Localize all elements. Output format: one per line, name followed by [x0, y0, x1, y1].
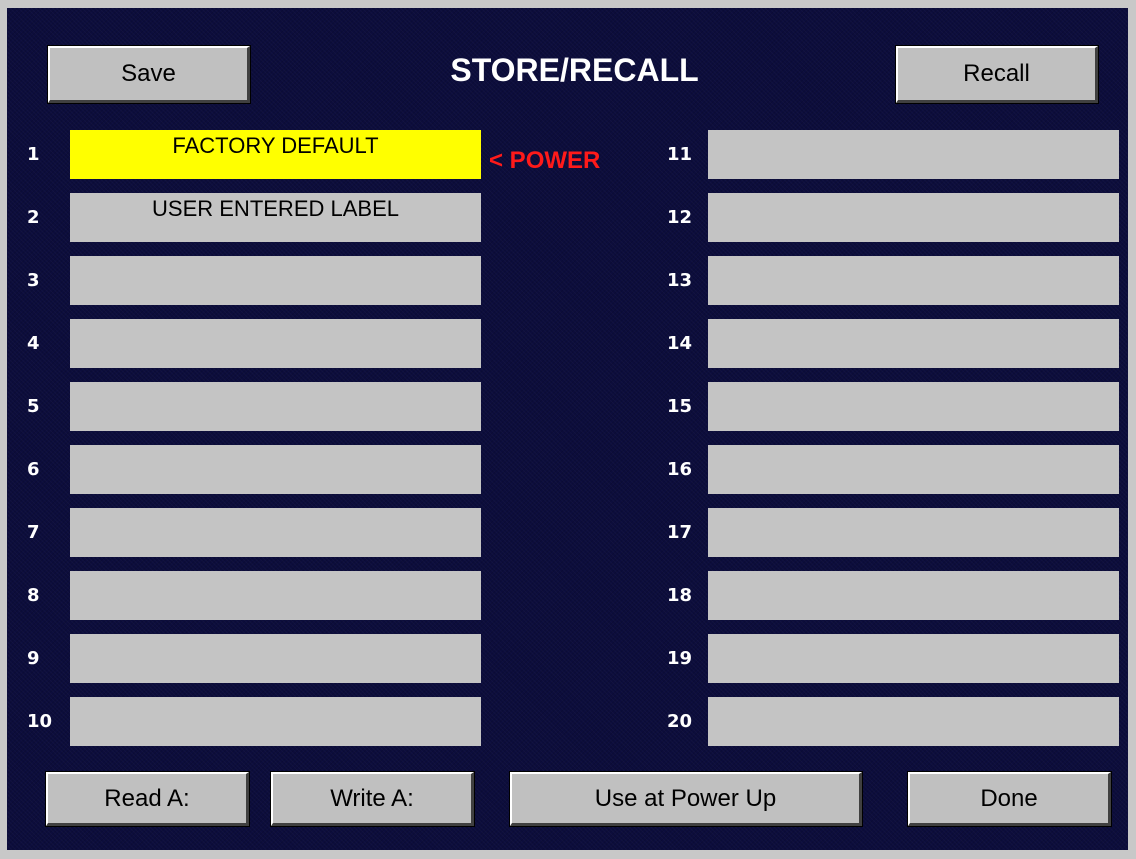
slot-number: 3 [27, 270, 40, 291]
use-at-power-up-button[interactable]: Use at Power Up [509, 771, 863, 827]
preset-slot-10[interactable] [70, 697, 481, 746]
page-title: STORE/RECALL [450, 52, 699, 88]
preset-slot-11[interactable] [708, 130, 1119, 179]
slot-number: 14 [667, 333, 693, 354]
slot-number: 2 [27, 207, 40, 228]
preset-slot-13[interactable] [708, 256, 1119, 305]
preset-slot-12[interactable] [708, 193, 1119, 242]
preset-slot-14[interactable] [708, 319, 1119, 368]
done-button-label: Done [980, 784, 1038, 812]
use-at-power-up-button-label: Use at Power Up [594, 784, 777, 812]
slot-number: 8 [27, 585, 40, 606]
slot-number: 5 [27, 396, 40, 417]
preset-slot-17[interactable] [708, 508, 1119, 557]
slot-number: 6 [27, 459, 40, 480]
slot-number: 7 [27, 522, 40, 543]
slot-number: 9 [27, 648, 40, 669]
slot-number: 4 [27, 333, 40, 354]
preset-slot-6[interactable] [70, 445, 481, 494]
save-button-label: Save [121, 60, 176, 87]
preset-slot-label: USER ENTERED LABEL [152, 196, 399, 221]
preset-slot-18[interactable] [708, 571, 1119, 620]
preset-slot-8[interactable] [70, 571, 481, 620]
preset-slot-16[interactable] [708, 445, 1119, 494]
preset-slot-19[interactable] [708, 634, 1119, 683]
preset-slot-3[interactable] [70, 256, 481, 305]
slot-number: 1 [27, 144, 40, 165]
slot-number: 13 [667, 270, 693, 291]
preset-slot-4[interactable] [70, 319, 481, 368]
write-a-button[interactable]: Write A: [270, 771, 475, 827]
slot-number: 16 [667, 459, 693, 480]
save-button[interactable]: Save [47, 45, 251, 104]
recall-button[interactable]: Recall [895, 45, 1099, 104]
preset-slot-15[interactable] [708, 382, 1119, 431]
slot-number: 15 [667, 396, 693, 417]
power-up-marker: < POWER [489, 147, 601, 174]
preset-slot-7[interactable] [70, 508, 481, 557]
slot-number: 19 [667, 648, 693, 669]
preset-slot-2[interactable]: USER ENTERED LABEL [70, 193, 481, 242]
write-a-button-label: Write A: [330, 784, 414, 812]
read-a-button-label: Read A: [104, 784, 190, 812]
preset-slot-20[interactable] [708, 697, 1119, 746]
slot-number: 20 [667, 711, 693, 732]
store-recall-panel: Save STORE/RECALL Recall 1 FACTORY DEFAUL… [7, 8, 1128, 850]
slot-number: 17 [667, 522, 693, 543]
preset-slot-label: FACTORY DEFAULT [172, 133, 379, 158]
slot-number: 18 [667, 585, 693, 606]
slot-number: 11 [667, 144, 693, 165]
recall-button-label: Recall [963, 60, 1030, 87]
read-a-button[interactable]: Read A: [45, 771, 250, 827]
preset-slot-1[interactable]: FACTORY DEFAULT [70, 130, 481, 179]
slot-number: 10 [27, 711, 53, 732]
preset-slot-5[interactable] [70, 382, 481, 431]
done-button[interactable]: Done [907, 771, 1112, 827]
slot-number: 12 [667, 207, 693, 228]
preset-slot-9[interactable] [70, 634, 481, 683]
